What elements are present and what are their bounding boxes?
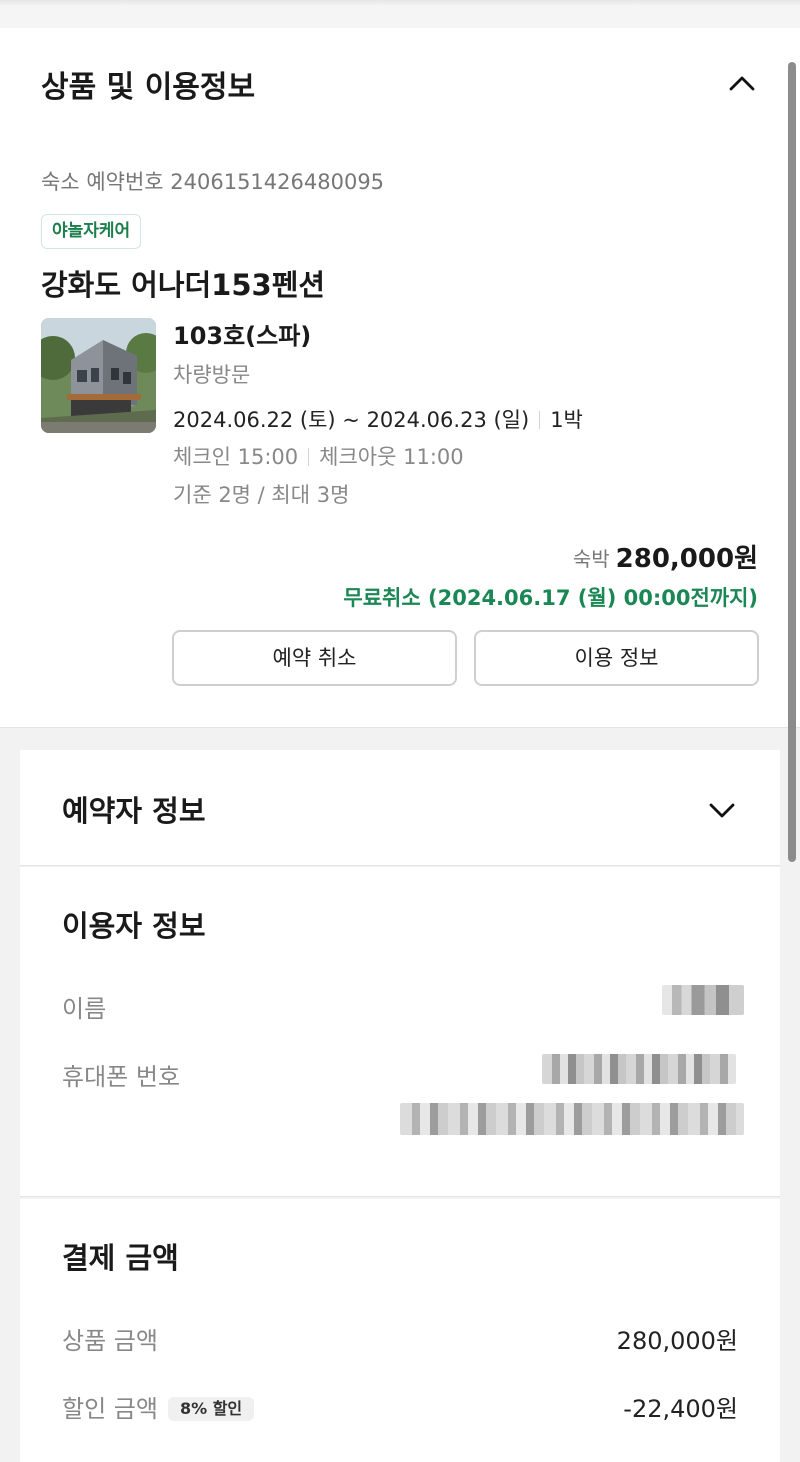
product-amount-label: 상품 금액 (62, 1327, 158, 1355)
section-title-payment: 결제 금액 (62, 1241, 179, 1275)
usage-info-button[interactable]: 이용 정보 (474, 630, 759, 686)
price-label: 숙박 (572, 547, 610, 571)
free-cancel-notice: 무료취소 (2024.06.17 (월) 00:00전까지) (343, 586, 758, 610)
check-times: 체크인 15:00 체크아웃 11:00 (173, 441, 464, 471)
discount-chip: 8% 할인 (167, 1397, 255, 1421)
nights-count: 1박 (550, 408, 583, 432)
price-value: 280,000원 (615, 544, 758, 574)
section-title-product-info: 상품 및 이용정보 (41, 70, 256, 105)
product-info-card: 상품 및 이용정보 숙소 예약번호 2406151426480095 야놀자케어… (0, 28, 800, 728)
divider (308, 448, 310, 466)
visit-type: 차량방문 (173, 363, 251, 387)
name-value-redacted (662, 985, 744, 1015)
section-title-user-info: 이용자 정보 (62, 909, 206, 943)
phone-label: 휴대폰 번호 (62, 1063, 181, 1091)
phone-extra-redacted (400, 1103, 744, 1135)
scrollbar[interactable] (788, 62, 796, 862)
user-info-card: 이용자 정보 이름 휴대폰 번호 (20, 867, 780, 1197)
section-title-booker-info: 예약자 정보 (62, 794, 206, 828)
name-label: 이름 (62, 995, 107, 1023)
reservation-number: 숙소 예약번호 2406151426480095 (41, 170, 385, 194)
room-thumbnail[interactable] (41, 318, 156, 433)
payment-card: 결제 금액 상품 금액 280,000원 할인 금액 8% 할인 -22,400원 (20, 1199, 780, 1462)
hotel-name[interactable]: 강화도 어나더153펜션 (41, 262, 325, 304)
checkout-time: 체크아웃 11:00 (319, 445, 464, 469)
cancel-reservation-button[interactable]: 예약 취소 (172, 630, 457, 686)
discount-row: 할인 금액 8% 할인 (62, 1389, 255, 1424)
phone-value-redacted (542, 1054, 736, 1084)
chevron-up-icon[interactable] (728, 70, 755, 91)
stay-price: 숙박 280,000원 (573, 538, 758, 575)
capacity: 기준 2명 / 최대 3명 (173, 483, 350, 507)
booker-info-card[interactable]: 예약자 정보 (20, 750, 780, 866)
stay-dates: 2024.06.22 (토) ~ 2024.06.23 (일) 1박 (173, 404, 583, 434)
discount-amount-label: 할인 금액 (62, 1395, 158, 1423)
stay-date-range: 2024.06.22 (토) ~ 2024.06.23 (일) (173, 408, 530, 432)
divider (539, 411, 541, 429)
discount-amount-value: -22,400원 (623, 1395, 738, 1423)
product-amount-value: 280,000원 (616, 1327, 738, 1355)
room-name: 103호(스파) (173, 322, 312, 350)
checkin-time: 체크인 15:00 (173, 445, 299, 469)
top-status-strip (0, 0, 800, 28)
chevron-down-icon[interactable] (708, 796, 735, 818)
care-badge: 야놀자케어 (41, 214, 142, 249)
